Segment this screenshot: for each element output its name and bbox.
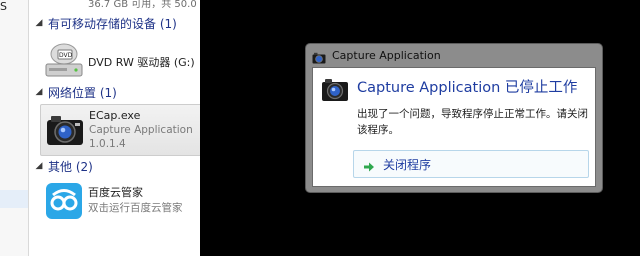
dialog-title: Capture Application — [332, 48, 441, 62]
collapse-chevron-icon[interactable]: ◢ — [34, 161, 44, 171]
camera-app-icon — [312, 49, 326, 64]
collapse-chevron-icon[interactable]: ◢ — [34, 87, 44, 97]
group-header-removable[interactable]: ◢ 有可移动存储的设备 (1) — [34, 14, 200, 32]
item-description: 双击运行百度云管家 — [88, 202, 183, 214]
list-item-baidu[interactable]: 百度云管家 双击运行百度云管家 — [40, 176, 200, 226]
item-title: ECap.exe — [89, 109, 141, 122]
camera-app-icon — [45, 111, 85, 149]
dvd-drive-icon: DVD — [44, 42, 84, 80]
group-header-network[interactable]: ◢ 网络位置 (1) — [34, 83, 200, 101]
navigation-pane[interactable]: S — [0, 0, 29, 256]
svg-text:DVD: DVD — [59, 52, 73, 59]
group-header-other[interactable]: ◢ 其他 (2) — [34, 157, 200, 175]
dialog-content: Capture Application 已停止工作 出现了一个问题，导致程序停止… — [312, 67, 596, 187]
item-title: DVD RW 驱动器 (G:) — [88, 56, 195, 69]
error-dialog: Capture Application Capture Application … — [305, 43, 603, 193]
close-program-button[interactable]: 关闭程序 — [353, 150, 589, 178]
green-arrow-icon — [363, 158, 375, 172]
list-item-ecap[interactable]: ECap.exe Capture Application 1.0.1.4 — [40, 104, 200, 156]
close-program-label: 关闭程序 — [383, 157, 432, 172]
list-item-dvd-drive[interactable]: DVD DVD RW 驱动器 (G:) — [40, 36, 200, 86]
baidu-cloud-icon — [44, 182, 84, 220]
group-title: 网络位置 (1) — [48, 85, 117, 100]
content-pane: 36.7 GB 可用，共 50.0 ◢ 有可移动存储的设备 (1) DVD DV… — [34, 0, 200, 256]
error-message: 出现了一个问题，导致程序停止正常工作。请关闭该程序。 — [357, 108, 588, 136]
item-version: 1.0.1.4 — [89, 138, 126, 150]
item-description: Capture Application — [89, 124, 193, 136]
explorer-window: S 36.7 GB 可用，共 50.0 ◢ 有可移动存储的设备 (1) DVD — [0, 0, 200, 256]
group-title: 其他 (2) — [48, 159, 93, 174]
error-heading: Capture Application 已停止工作 — [357, 80, 578, 96]
dialog-titlebar[interactable]: Capture Application — [306, 44, 602, 66]
camera-app-icon — [321, 76, 349, 102]
drive-free-space-text: 36.7 GB 可用，共 50.0 — [88, 0, 197, 10]
nav-partial-text: S — [0, 0, 7, 13]
group-title: 有可移动存储的设备 (1) — [48, 16, 177, 31]
collapse-chevron-icon[interactable]: ◢ — [34, 18, 44, 28]
nav-row-highlight[interactable] — [0, 190, 28, 208]
item-title: 百度云管家 — [88, 186, 143, 199]
